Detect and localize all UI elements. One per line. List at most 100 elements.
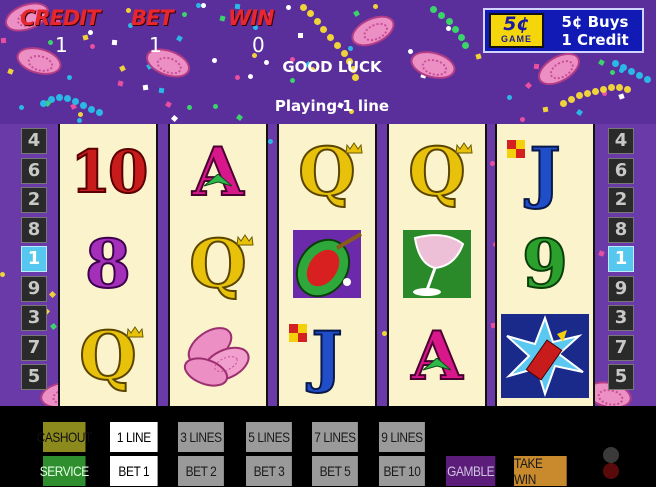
confetti-dot: [48, 290, 57, 299]
credit-value: 1: [55, 33, 68, 57]
status-lamp-top: [603, 447, 619, 463]
play-1-line-button[interactable]: 1 LINE: [110, 422, 158, 452]
confetti-dot: [598, 250, 605, 257]
symbol-jack: J: [497, 126, 593, 218]
right-line-9-indicator: 9: [608, 275, 634, 302]
symbol-queen: Q: [170, 218, 266, 310]
confetti-dot: [0, 37, 7, 44]
credit-rate-line1: 5¢ Buys: [561, 13, 629, 31]
right-line-2-indicator: 2: [608, 187, 634, 213]
left-line-7-indicator: 7: [21, 334, 47, 361]
bet-3-button[interactable]: BET 3: [246, 456, 292, 486]
reel-area: 462819375 462819375 10 8 Q A Q Q J Q A J 9: [0, 124, 656, 406]
bead: [320, 26, 327, 33]
right-line-5-indicator: 5: [608, 364, 634, 390]
confetti-dot: [219, 15, 226, 22]
confetti-dot: [76, 117, 83, 124]
left-line-3-indicator: 3: [21, 305, 47, 331]
confetti-dot: [0, 271, 6, 278]
bead: [644, 76, 651, 83]
confetti-dot: [195, 2, 202, 9]
play-7-lines-button[interactable]: 7 LINES: [312, 422, 358, 452]
bead: [314, 18, 321, 25]
bead: [584, 90, 591, 97]
symbol-firework: [497, 310, 593, 402]
bet-1-button[interactable]: BET 1: [110, 456, 158, 486]
confetti-dot: [86, 28, 95, 37]
confetti-dot: [372, 3, 379, 10]
bead: [600, 86, 607, 93]
take-win-button[interactable]: TAKE WIN: [514, 455, 567, 487]
left-line-4-indicator: 4: [21, 128, 47, 154]
confetti-dot: [47, 39, 54, 46]
play-5-lines-button[interactable]: 5 LINES: [246, 422, 292, 452]
right-line-8-indicator: 8: [608, 216, 634, 243]
bet-value: 1: [149, 33, 162, 57]
reel-3: QJ: [277, 124, 377, 406]
confetti-dot: [284, 3, 293, 12]
credit-rate-line2: 1 Credit: [561, 31, 629, 49]
right-line-7-indicator: 7: [608, 334, 634, 361]
symbol-ace: A: [191, 133, 244, 211]
bet-10-button[interactable]: BET 10: [379, 456, 425, 486]
left-line-5-indicator: 5: [21, 364, 47, 390]
left-line-1-indicator: 1: [21, 246, 47, 272]
symbol-queen: Q: [389, 126, 485, 218]
credit-rate: 5¢ Buys 1 Credit: [549, 13, 641, 49]
right-line-4-indicator: 4: [608, 128, 634, 154]
play-9-lines-button[interactable]: 9 LINES: [379, 422, 425, 452]
confetti-dot: [158, 87, 165, 94]
symbol-nine: 9: [521, 225, 569, 303]
bet-5-button[interactable]: BET 5: [312, 456, 358, 486]
bet-label: BET: [131, 6, 174, 30]
left-line-8-indicator: 8: [21, 216, 47, 243]
confetti-dot: [170, 114, 179, 123]
bet-2-button[interactable]: BET 2: [178, 456, 224, 486]
denomination-panel: 5¢ GAME 5¢ Buys 1 Credit: [483, 8, 644, 53]
confetti-dot: [347, 45, 354, 52]
left-line-9-indicator: 9: [21, 275, 47, 302]
bead: [438, 12, 445, 19]
cashout-button[interactable]: CASHOUT: [37, 422, 92, 452]
top-panel: CREDIT BET WIN 1 1 0 GOOD LUCK Playing 1…: [0, 0, 656, 124]
bead: [307, 10, 314, 17]
left-line-6-indicator: 6: [21, 157, 47, 184]
reel-5: J9: [495, 124, 595, 406]
bead: [430, 6, 437, 13]
confetti-dot: [49, 322, 58, 331]
confetti-dot: [289, 77, 296, 84]
denomination-badge: 5¢ GAME: [489, 13, 544, 48]
left-line-2-indicator: 2: [21, 187, 47, 213]
symbol-tambourine: [279, 218, 375, 310]
confetti-dot: [445, 25, 452, 32]
right-line-1-indicator: 1: [608, 246, 634, 272]
reel-4: QA: [387, 124, 487, 406]
play-3-lines-button[interactable]: 3 LINES: [178, 422, 224, 452]
status-lamp-bottom: [603, 463, 619, 479]
symbol-jack: J: [279, 310, 375, 402]
confetti-dot: [89, 43, 96, 50]
symbol-queen: Q: [279, 126, 375, 218]
symbol-ten: 10: [70, 138, 150, 206]
bead: [334, 42, 341, 49]
confetti-dot: [142, 84, 149, 91]
bead: [341, 50, 348, 57]
lines-message: Playing 1 line: [274, 97, 390, 115]
symbol-ace: A: [410, 317, 463, 395]
credit-label: CREDIT: [20, 6, 100, 30]
bead: [452, 26, 459, 33]
right-line-6-indicator: 6: [608, 157, 634, 184]
bead: [446, 18, 453, 25]
reel-2: AQ: [168, 124, 268, 406]
gamble-button[interactable]: GAMBLE: [446, 456, 496, 486]
confetti-dot: [519, 116, 526, 123]
confetti-dot: [200, 2, 207, 9]
confetti-dot: [82, 34, 89, 41]
bead: [327, 34, 334, 41]
win-label: WIN: [228, 6, 275, 30]
confetti-dot: [111, 39, 118, 46]
service-button[interactable]: SERVICE: [40, 456, 89, 486]
status-message: GOOD LUCK: [282, 58, 382, 76]
win-value: 0: [252, 33, 265, 57]
confetti-dot: [181, 11, 188, 18]
